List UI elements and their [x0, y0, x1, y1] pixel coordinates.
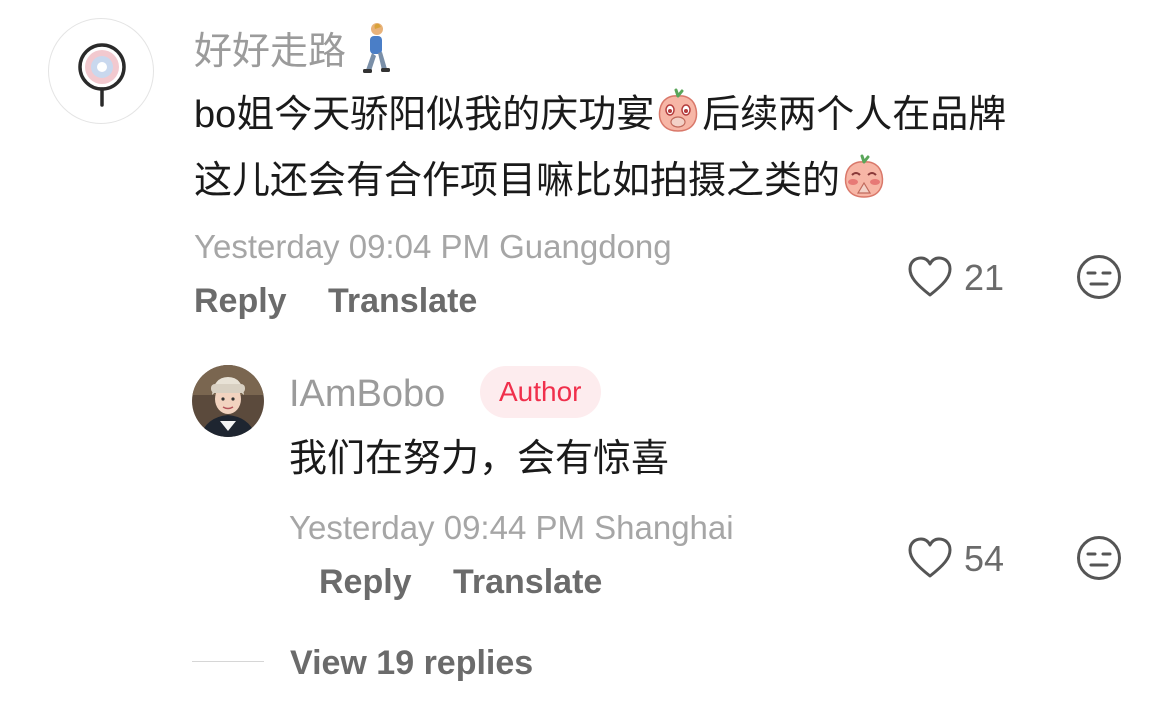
comment-timestamp: Yesterday 09:04 PM Guangdong — [194, 228, 672, 265]
comment-text-part-3: 这儿还会有合作项目嘛比如拍摄之类的 — [194, 160, 841, 202]
comment-text-part-2: 后续两个人在品牌 — [702, 94, 1007, 136]
author-badge: Author — [480, 366, 601, 418]
view-replies-button[interactable]: View 19 replies — [290, 643, 533, 683]
reply-like-count: 54 — [964, 538, 1005, 579]
comment-text: bo姐今天骄阳似我的庆功宴 后续两个人在品牌 这儿还会有合作项目嘛比如拍摄之类的 — [194, 82, 1134, 214]
comment-text-part-1: bo姐今天骄阳似我的庆功宴 — [194, 94, 655, 136]
lollipop-icon — [78, 43, 126, 107]
heart-outline-icon — [908, 256, 952, 297]
comment-username-row[interactable]: 好好走路 — [194, 22, 393, 76]
peach-shy-emoji-icon — [659, 88, 698, 132]
author-photo — [192, 365, 264, 437]
peach-pray-emoji-icon — [844, 154, 884, 198]
comment-like-button[interactable] — [906, 253, 954, 301]
comment-username[interactable]: 好好走路 — [194, 31, 346, 73]
replies-divider — [192, 661, 264, 662]
comment-translate-button[interactable]: Translate — [328, 281, 477, 321]
unamused-face-icon — [1077, 255, 1121, 299]
reply-username[interactable]: IAmBobo — [289, 370, 445, 418]
person-walking-icon — [362, 23, 390, 73]
reply-translate-button[interactable]: Translate — [453, 562, 602, 602]
comment-like-count: 21 — [964, 257, 1005, 298]
commenter-avatar[interactable] — [48, 18, 154, 124]
reply-reply-button[interactable]: Reply — [319, 562, 412, 602]
heart-outline-icon — [908, 537, 952, 578]
reply-timestamp: Yesterday 09:44 PM Shanghai — [289, 509, 734, 546]
reply-text: 我们在努力，会有惊喜 — [289, 438, 670, 480]
comment-dislike-button[interactable] — [1075, 253, 1123, 301]
reply-avatar[interactable] — [192, 365, 264, 437]
reply-like-button[interactable] — [906, 534, 954, 582]
reply-dislike-button[interactable] — [1075, 534, 1123, 582]
comment-reply-button[interactable]: Reply — [194, 281, 287, 321]
unamused-face-icon — [1077, 536, 1121, 580]
